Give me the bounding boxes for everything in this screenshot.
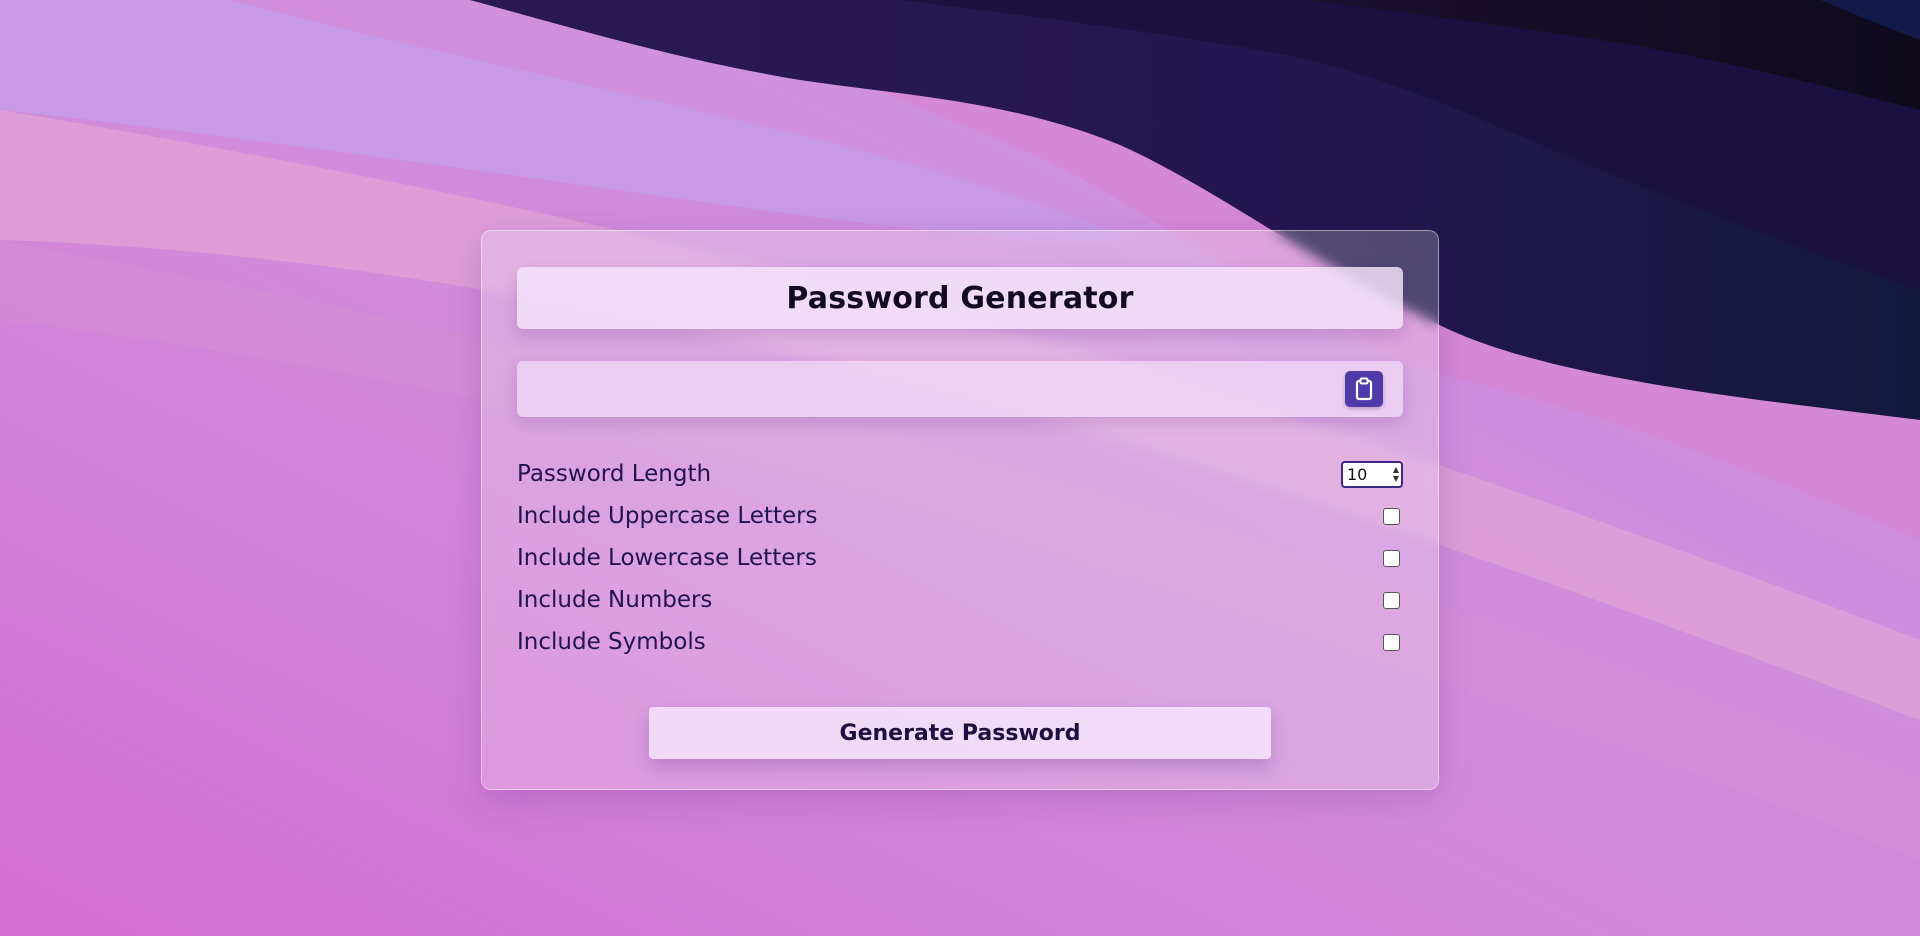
stepper-down-icon[interactable]: ▼ [1393,474,1399,483]
length-stepper[interactable]: ▲ ▼ [1393,465,1399,483]
uppercase-label: Include Uppercase Letters [517,503,818,529]
lowercase-label: Include Lowercase Letters [517,545,817,571]
option-row-numbers: Include Numbers [517,579,1403,621]
numbers-checkbox[interactable] [1383,591,1400,609]
uppercase-checkbox[interactable] [1383,507,1400,525]
page-title: Password Generator [786,280,1134,316]
title-bar: Password Generator [517,267,1403,329]
stepper-up-icon[interactable]: ▲ [1393,465,1399,474]
generate-password-button[interactable]: Generate Password [649,707,1271,759]
symbols-checkbox[interactable] [1383,633,1400,651]
symbols-label: Include Symbols [517,629,706,655]
lowercase-checkbox[interactable] [1383,549,1400,567]
option-row-length: Password Length 10 ▲ ▼ [517,453,1403,495]
numbers-label: Include Numbers [517,587,713,613]
option-row-symbols: Include Symbols [517,621,1403,663]
option-row-uppercase: Include Uppercase Letters [517,495,1403,537]
length-label: Password Length [517,461,712,487]
clipboard-icon [1355,377,1373,401]
password-generator-card: Password Generator Password Length 10 ▲ … [481,230,1439,790]
generate-password-label: Generate Password [839,720,1081,746]
password-output-box [517,361,1403,417]
option-row-lowercase: Include Lowercase Letters [517,537,1403,579]
copy-button[interactable] [1345,371,1383,407]
length-input[interactable]: 10 ▲ ▼ [1341,460,1403,488]
password-output-field[interactable] [517,361,1317,417]
options-list: Password Length 10 ▲ ▼ Include Uppercase… [517,453,1403,663]
length-value: 10 [1347,464,1368,484]
